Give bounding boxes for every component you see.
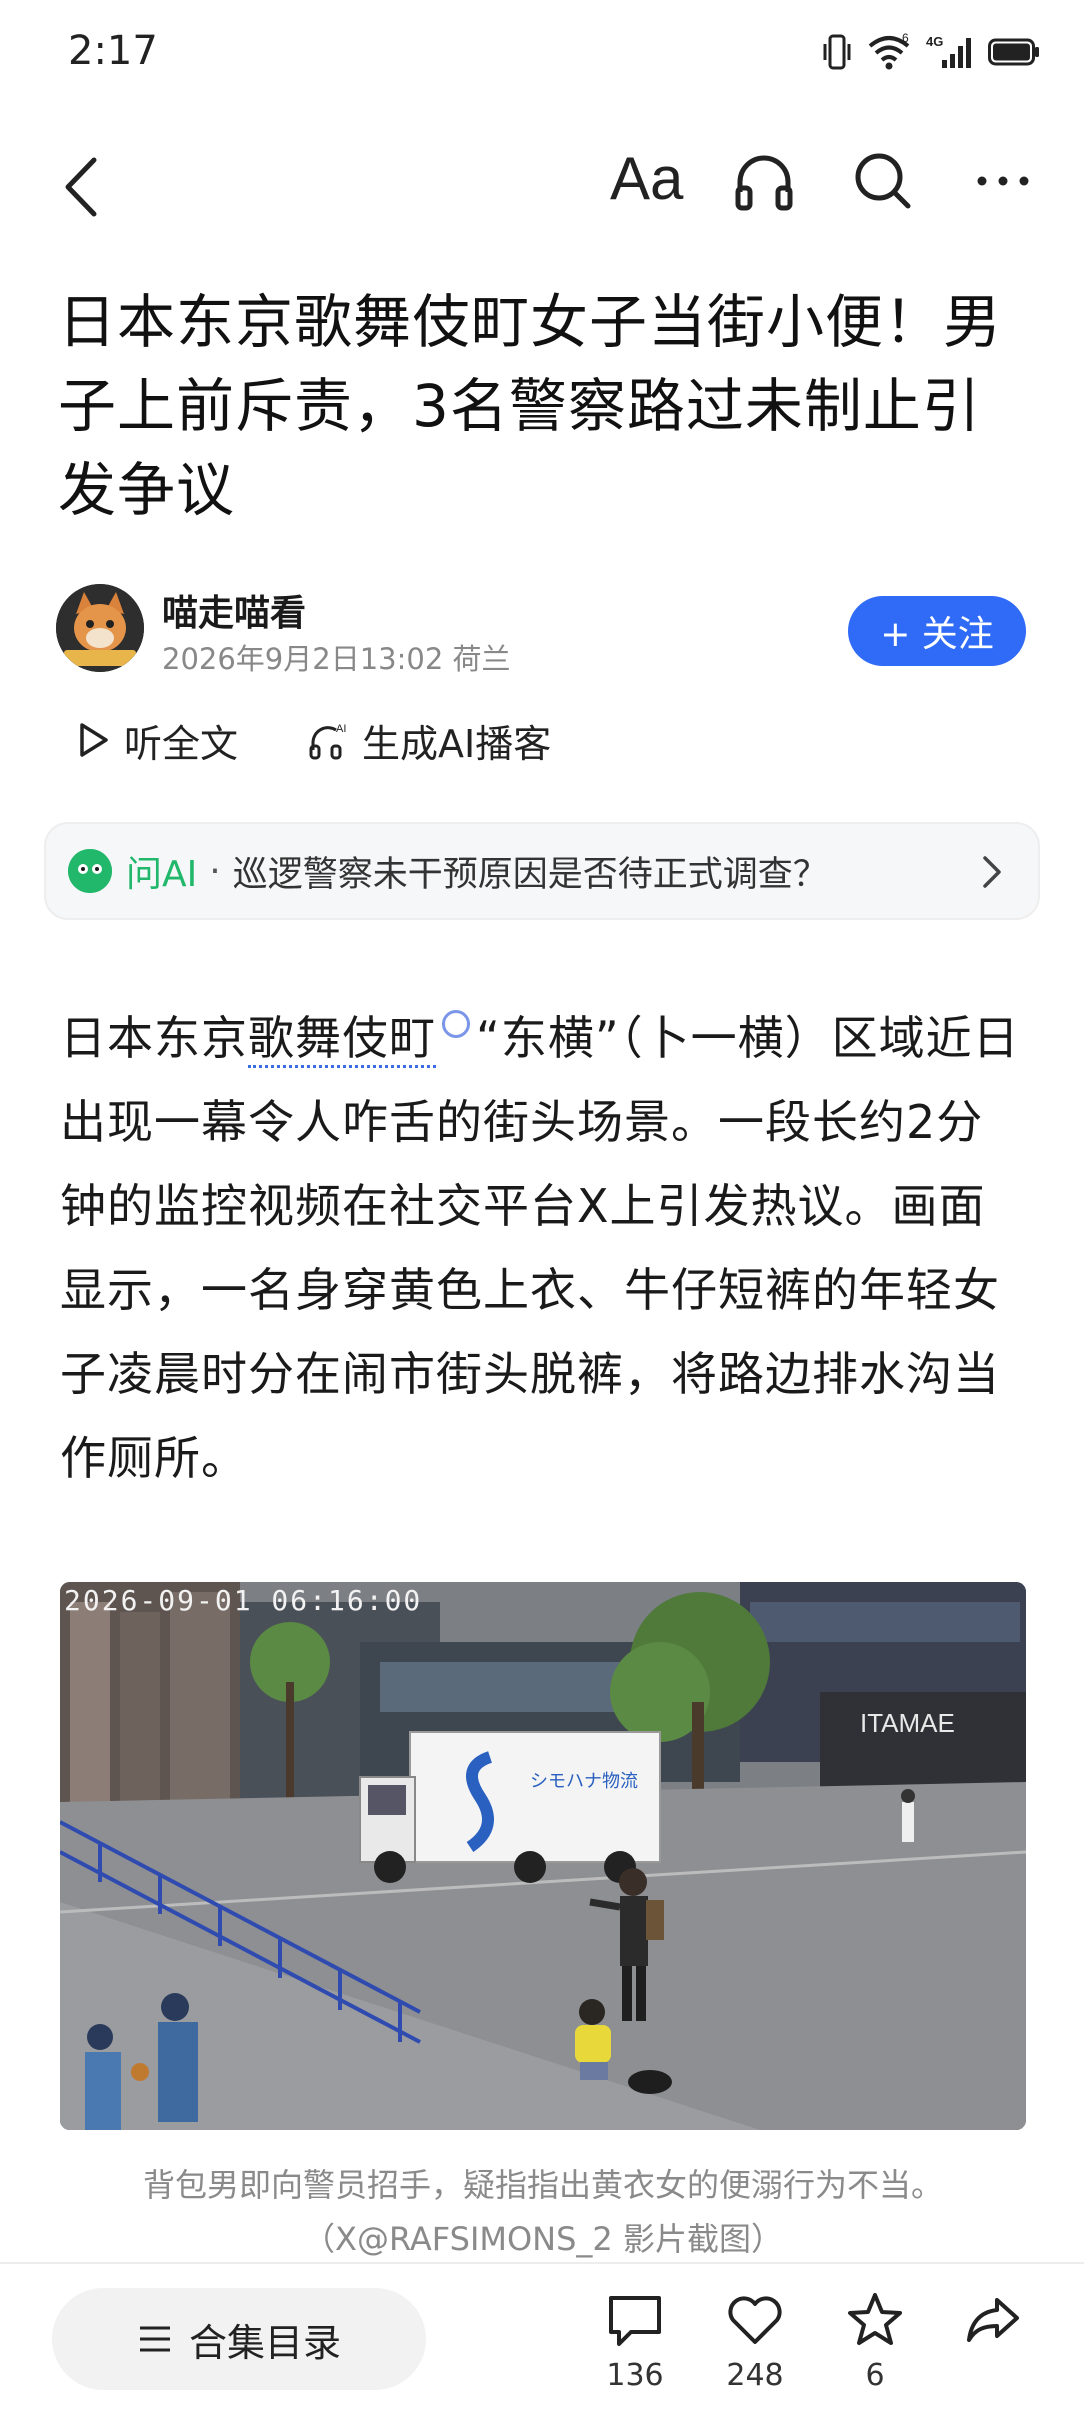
- chevron-right-icon: [980, 852, 1004, 892]
- vibrate-icon: [822, 30, 852, 74]
- comment-button[interactable]: 136: [590, 2290, 680, 2393]
- wifi-icon: 6: [866, 30, 912, 74]
- ai-assistant-icon: [68, 849, 112, 893]
- caption-line-1: 背包男即向警员招手，疑指指出黄衣女的便溺行为不当。: [142, 2166, 943, 2204]
- listen-row: 听全文 AI 生成AI播客: [78, 712, 551, 768]
- font-size-button[interactable]: Aa: [610, 144, 683, 213]
- wiki-link-icon[interactable]: [442, 1009, 470, 1038]
- favorite-count: 6: [865, 2358, 885, 2393]
- article-paragraph: 日本东京歌舞伎町 “东横”（卜一横）区域近日出现一幕令人咋舌的街头场景。一段长约2…: [60, 996, 1030, 1500]
- back-button[interactable]: [56, 152, 116, 222]
- svg-text:AI: AI: [336, 723, 346, 735]
- status-time: 2:17: [68, 28, 158, 74]
- ai-headphones-icon: AI: [309, 723, 346, 760]
- signal-label: 4G: [926, 34, 943, 49]
- search-button[interactable]: [852, 150, 914, 212]
- photo-caption: 背包男即向警员招手，疑指指出黄衣女的便溺行为不当。 （X@RAFSIMONS_2…: [60, 2158, 1026, 2266]
- top-nav: Aa: [0, 130, 1084, 240]
- chevron-left-icon: [65, 157, 97, 217]
- bottom-action-bar: 合集目录 136 248 6: [0, 2262, 1084, 2412]
- search-icon: [855, 153, 911, 209]
- follow-label: + 关注: [880, 614, 994, 655]
- ask-ai-bar[interactable]: 问AI · 巡逻警察未干预原因是否待正式调查？: [44, 822, 1040, 920]
- more-dots-icon: [977, 176, 1029, 186]
- like-count: 248: [726, 2358, 784, 2393]
- wifi-label: 6: [902, 32, 909, 45]
- favorite-button[interactable]: 6: [830, 2290, 920, 2393]
- like-button[interactable]: 248: [710, 2290, 800, 2393]
- share-arrow-icon: [967, 2298, 1019, 2342]
- collection-label: 合集目录: [188, 2320, 341, 2365]
- cat-avatar-icon: [56, 584, 144, 672]
- battery-icon: [988, 30, 1040, 74]
- headphones-icon: [735, 155, 793, 211]
- cell-signal-icon: 4G: [926, 30, 974, 74]
- ask-ai-question: 巡逻警察未干预原因是否待正式调查？: [232, 854, 828, 895]
- cctv-street-image: ITAMAE シモハナ物流: [60, 1582, 1026, 2130]
- para-text-after: “东横”（卜一横）区域近日出现一幕令人咋舌的街头场景。一段长约2分钟的监控视频在…: [60, 1011, 1020, 1485]
- collection-directory-button[interactable]: 合集目录: [52, 2288, 426, 2390]
- status-bar: 2:17 6 4G: [0, 0, 1084, 110]
- list-icon: [139, 2326, 170, 2352]
- heart-icon: [728, 2296, 782, 2344]
- ai-podcast-label: 生成AI播客: [362, 721, 552, 766]
- ai-podcast-button[interactable]: AI 生成AI播客: [308, 713, 551, 768]
- store-sign-text: ITAMAE: [860, 1708, 955, 1738]
- wiki-link[interactable]: 歌舞伎町: [248, 1011, 436, 1068]
- listen-full-button[interactable]: 听全文: [78, 713, 238, 768]
- follow-button[interactable]: + 关注: [848, 596, 1026, 666]
- play-icon: [80, 723, 108, 757]
- star-icon: [848, 2293, 902, 2345]
- truck-logo-text: シモハナ物流: [530, 1771, 638, 1792]
- headphones-button[interactable]: [732, 150, 796, 214]
- author-name[interactable]: 喵走喵看: [162, 584, 306, 636]
- comment-count: 136: [606, 2358, 664, 2393]
- para-text-before: 日本东京: [60, 1011, 248, 1065]
- article-photo[interactable]: ITAMAE シモハナ物流 2026-09-01 06:16:00: [60, 1582, 1026, 2130]
- ask-ai-label: 问AI: [126, 854, 198, 895]
- more-button[interactable]: [972, 150, 1034, 212]
- article-title: 日本东京歌舞伎町女子当街小便！男子上前斥责，3名警察路过未制止引发争议: [58, 288, 1003, 524]
- avatar[interactable]: [56, 584, 144, 672]
- caption-line-2: （X@RAFSIMONS_2 影片截图）: [303, 2220, 783, 2258]
- publish-meta: 2026年9月2日13:02 荷兰: [162, 642, 511, 676]
- listen-full-label: 听全文: [124, 721, 239, 766]
- status-icons: 6 4G: [822, 30, 1040, 74]
- comment-icon: [609, 2296, 661, 2346]
- cctv-timestamp: 2026-09-01 06:16:00: [64, 1584, 423, 1617]
- share-button[interactable]: [948, 2290, 1038, 2354]
- separator-dot: ·: [209, 850, 221, 892]
